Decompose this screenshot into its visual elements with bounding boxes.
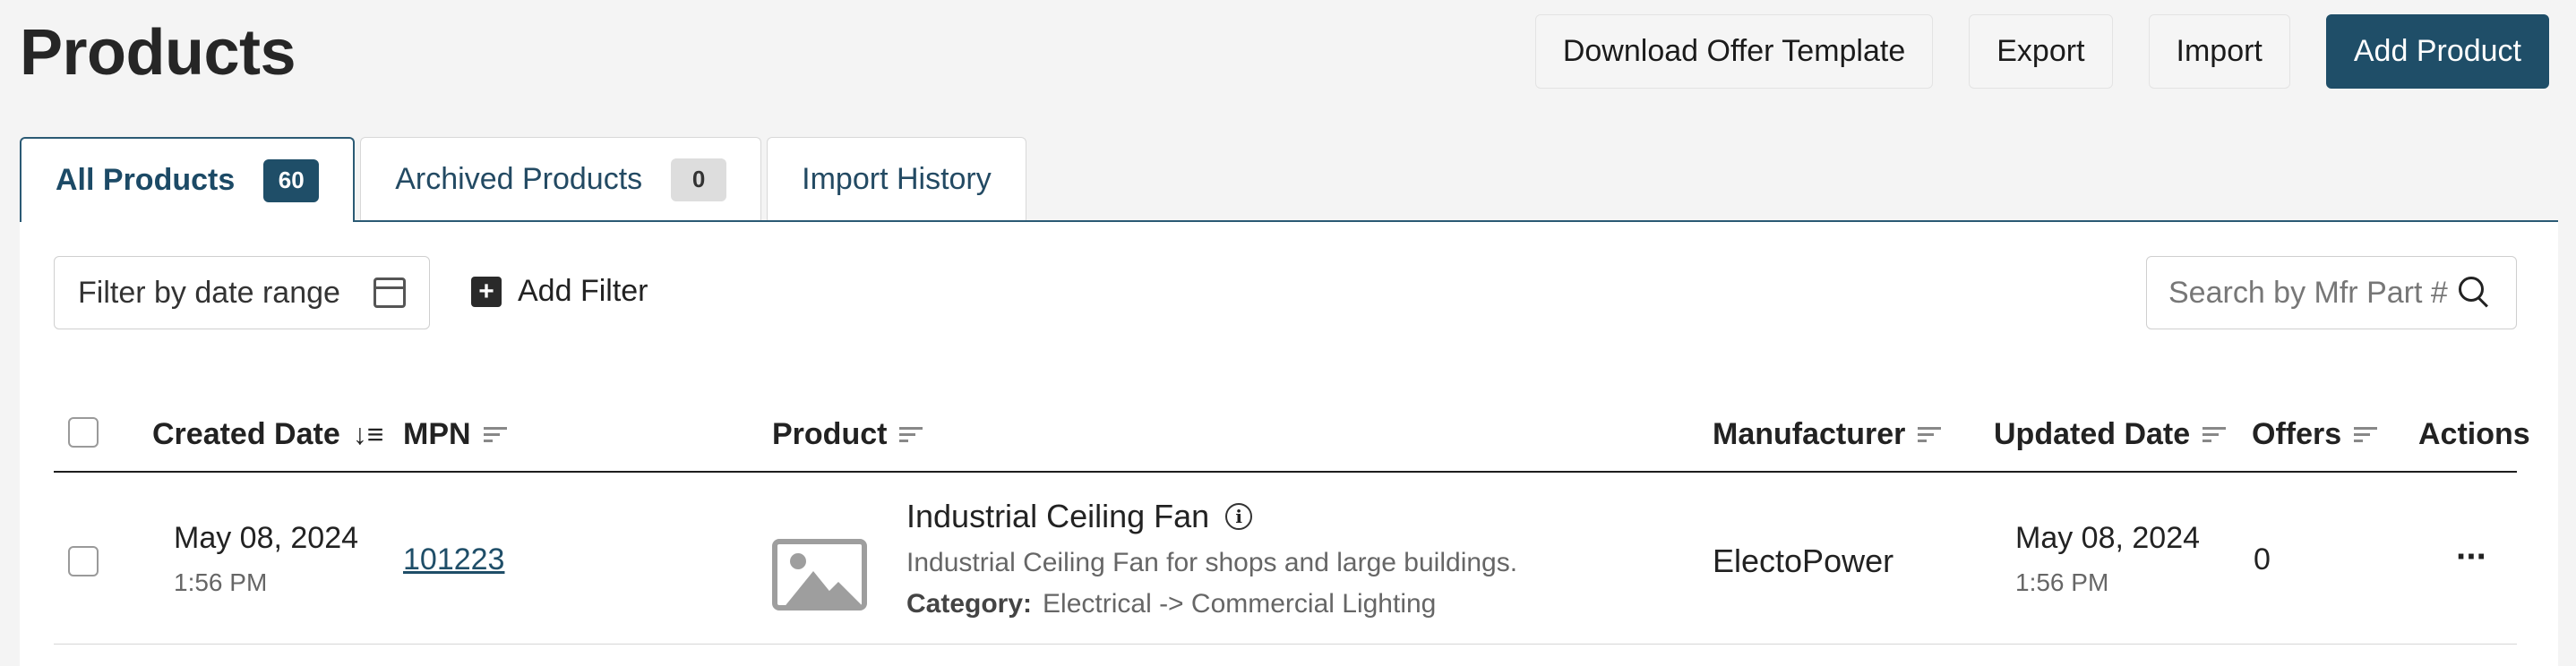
created-time: 1:56 PM xyxy=(174,568,268,596)
date-range-placeholder: Filter by date range xyxy=(78,275,340,310)
count-badge: 0 xyxy=(671,158,727,201)
column-product[interactable]: Product xyxy=(772,417,923,452)
info-icon[interactable]: i xyxy=(1225,503,1253,530)
import-button[interactable]: Import xyxy=(2148,14,2290,89)
sort-icon[interactable] xyxy=(1918,427,1942,442)
search-box xyxy=(2146,256,2517,329)
sort-icon[interactable] xyxy=(2202,427,2227,442)
product-description: Industrial Ceiling Fan for shops and lar… xyxy=(906,548,1518,577)
column-mpn[interactable]: MPN xyxy=(403,417,507,452)
sort-descending-icon[interactable]: ↓≡ xyxy=(353,418,384,451)
column-actions: Actions xyxy=(2418,417,2530,451)
calendar-icon xyxy=(374,278,406,308)
product-tabs: All Products 60 Archived Products 0 Impo… xyxy=(20,137,1026,222)
count-badge: 60 xyxy=(263,158,320,202)
updated-time: 1:56 PM xyxy=(2015,568,2109,596)
date-range-filter[interactable]: Filter by date range xyxy=(54,256,430,329)
add-filter-label: Add Filter xyxy=(518,274,648,308)
add-filter-button[interactable]: + Add Filter xyxy=(471,274,648,309)
product-category: Category: Electrical -> Commercial Lighti… xyxy=(906,589,1517,619)
search-icon[interactable] xyxy=(2457,275,2493,311)
column-manufacturer[interactable]: Manufacturer xyxy=(1713,417,1942,452)
table-header: Created Date ↓≡ MPN Product Manufacturer… xyxy=(54,401,2530,473)
products-panel: Filter by date range + Add Filter Create… xyxy=(20,220,2558,666)
download-offer-template-button[interactable]: Download Offer Template xyxy=(1534,14,1934,89)
created-date: May 08, 2024 xyxy=(174,521,359,555)
tab-label: Import History xyxy=(802,162,992,196)
category-label: Category: xyxy=(906,589,1033,619)
sort-icon[interactable] xyxy=(2354,427,2378,442)
tab-all-products[interactable]: All Products 60 xyxy=(20,137,356,222)
row-checkbox[interactable] xyxy=(68,546,99,576)
updated-date: May 08, 2024 xyxy=(2015,521,2201,555)
search-input[interactable] xyxy=(2168,275,2455,311)
header-actions: Download Offer Template Export Import Ad… xyxy=(1534,14,2549,89)
sort-icon[interactable] xyxy=(899,427,923,442)
tab-import-history[interactable]: Import History xyxy=(767,137,1026,221)
add-product-button[interactable]: Add Product xyxy=(2325,14,2549,89)
offers-count: 0 xyxy=(2254,542,2271,576)
product-name: Industrial Ceiling Fan xyxy=(906,498,1210,534)
more-actions-icon[interactable]: ··· xyxy=(2456,537,2488,576)
select-all-checkbox[interactable] xyxy=(68,417,99,448)
column-created-date[interactable]: Created Date ↓≡ xyxy=(152,417,383,452)
export-button[interactable]: Export xyxy=(1969,14,2113,89)
column-updated-date[interactable]: Updated Date xyxy=(1994,417,2227,452)
sort-icon[interactable] xyxy=(483,427,507,442)
tab-label: All Products xyxy=(56,163,236,197)
category-value: Electrical -> Commercial Lighting xyxy=(1043,589,1437,619)
page-title: Products xyxy=(20,17,296,89)
tab-label: Archived Products xyxy=(395,162,643,196)
mpn-link[interactable]: 101223 xyxy=(403,542,504,576)
column-offers[interactable]: Offers xyxy=(2252,417,2378,452)
tab-archived-products[interactable]: Archived Products 0 xyxy=(360,137,762,221)
plus-icon: + xyxy=(471,276,502,307)
manufacturer: ElectoPower xyxy=(1713,542,1894,579)
table-row: May 08, 2024 1:56 PM 101223 Industrial C… xyxy=(54,476,2517,645)
product-image-placeholder-icon xyxy=(772,539,867,610)
